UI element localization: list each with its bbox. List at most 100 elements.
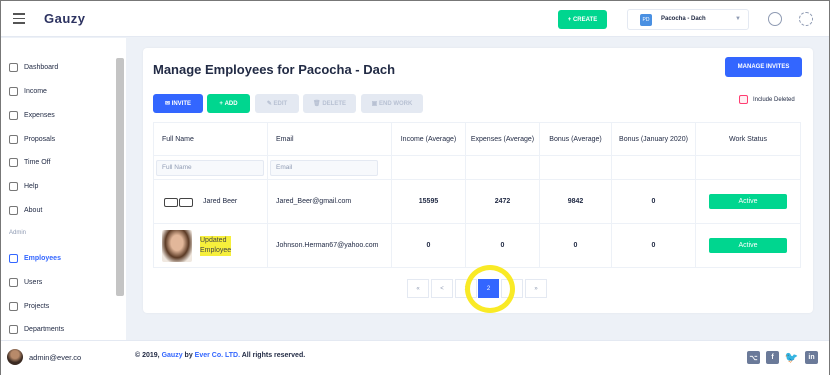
end-work-button[interactable]: ▣ END WORK: [361, 94, 423, 113]
edit-label: EDIT: [273, 100, 288, 107]
sidebar-item-label: Projects: [24, 302, 50, 310]
sidebar-item-label: Time Off: [24, 158, 51, 166]
menu-icon[interactable]: [13, 13, 25, 24]
table-row[interactable]: Jared Beer Jared_Beer@gmail.com 15595 24…: [153, 179, 801, 224]
user-bar[interactable]: admin@ever.co: [1, 340, 126, 375]
linkedin-icon[interactable]: in: [805, 351, 818, 364]
include-deleted-checkbox[interactable]: [739, 95, 748, 104]
footer-rights: All rights reserved.: [241, 352, 306, 359]
col-bonus[interactable]: Bonus (Average): [539, 122, 612, 156]
sidebar-item-label: Help: [24, 182, 39, 190]
col-bonus-january[interactable]: Bonus (January 2020): [611, 122, 696, 156]
copyright-prefix: © 2019,: [135, 352, 160, 359]
logo[interactable]: Gauzy: [44, 11, 86, 26]
sidebar-item-dashboard[interactable]: Dashboard: [9, 60, 58, 74]
manage-invites-button[interactable]: MANAGE INVITES: [725, 57, 802, 77]
email-filter-input[interactable]: Email: [270, 159, 378, 176]
invite-label: INVITE: [171, 100, 192, 107]
chevron-down-icon: ▼: [735, 16, 741, 22]
org-name: Pacocha - Dach: [661, 16, 706, 22]
col-work-status[interactable]: Work Status: [695, 122, 801, 156]
full-name-filter-input[interactable]: Full Name: [156, 159, 264, 176]
sidebar-scrollbar[interactable]: [116, 58, 124, 296]
sidebar-item-income[interactable]: Income: [9, 84, 47, 98]
employee-email: Johnson.Herman67@yahoo.com: [267, 223, 392, 268]
sidebar-item-expenses[interactable]: Expenses: [9, 108, 55, 122]
sidebar-item-projects[interactable]: Projects: [9, 299, 49, 313]
delete-button[interactable]: 🗑 DELETE: [303, 94, 356, 113]
table-row[interactable]: Updated Employee Johnson.Herman67@yahoo.c…: [153, 223, 801, 268]
table-header-row: Full Name Email Income (Average) Expense…: [153, 122, 801, 156]
sidebar-item-help[interactable]: Help: [9, 179, 38, 193]
sidebar-item-label: Departments: [24, 325, 65, 333]
copyright: © 2019, Gauzy by Ever Co. LTD. All right…: [135, 352, 305, 359]
organization-select[interactable]: PD Pacocha - Dach ▼: [627, 9, 749, 30]
sidebar-item-label: Proposals: [24, 135, 56, 143]
employee-name-line2: Employee: [200, 246, 232, 254]
home-icon: [9, 62, 18, 72]
create-button[interactable]: + CREATE: [558, 10, 607, 29]
pagination-prev[interactable]: <: [431, 279, 453, 298]
include-deleted-label: Include Deleted: [753, 96, 795, 103]
footer-by: by: [184, 352, 193, 359]
delete-label: DELETE: [322, 100, 346, 107]
user-email: admin@ever.co: [29, 353, 82, 362]
question-circle-icon: [9, 181, 18, 191]
col-full-name[interactable]: Full Name: [153, 122, 268, 156]
sidebar-item-proposals[interactable]: Proposals: [9, 132, 55, 146]
sidebar-item-employees[interactable]: Employees: [9, 251, 61, 265]
col-email[interactable]: Email: [267, 122, 392, 156]
gear-icon[interactable]: [799, 12, 813, 26]
edit-icon: ✎: [266, 101, 274, 107]
top-header: Gauzy + CREATE PD Pacocha - Dach ▼: [1, 1, 829, 37]
info-icon: [9, 205, 18, 215]
footer-company-link[interactable]: Ever Co. LTD.: [195, 352, 240, 359]
sidebar-item-users[interactable]: Users: [9, 275, 42, 289]
employee-avatar: [162, 229, 192, 262]
include-deleted-toggle[interactable]: Include Deleted: [739, 95, 795, 104]
sidebar-item-about[interactable]: About: [9, 203, 42, 217]
facebook-icon[interactable]: f: [766, 351, 779, 364]
invite-button[interactable]: ✉ INVITE: [153, 94, 203, 113]
expenses-value: 2472: [465, 179, 540, 224]
status-badge: Active: [709, 238, 787, 253]
employee-name-line1: Updated: [200, 236, 227, 244]
sidebar-item-departments[interactable]: Departments: [9, 322, 64, 336]
col-expenses[interactable]: Expenses (Average): [465, 122, 540, 156]
col-income[interactable]: Income (Average): [391, 122, 466, 156]
sidebar: Dashboard Income Expenses Proposals Time…: [1, 38, 126, 340]
chat-icon[interactable]: [768, 12, 782, 26]
employee-name: Jared Beer: [203, 198, 238, 205]
sidebar-item-label: About: [24, 206, 43, 214]
sidebar-item-label: Income: [24, 87, 47, 95]
edit-button[interactable]: ✎ EDIT: [255, 94, 299, 113]
sidebar-item-label: Dashboard: [24, 63, 59, 71]
calendar-icon: [9, 157, 18, 167]
bonus-january-value: 0: [611, 223, 696, 268]
filter-row: Full Name Email: [153, 155, 801, 180]
org-avatar: PD: [640, 14, 652, 26]
sidebar-item-label: Employees: [24, 254, 61, 262]
page-title: Manage Employees for Pacocha - Dach: [153, 62, 396, 77]
plus-circle-icon: [9, 86, 18, 96]
income-value: 15595: [391, 179, 466, 224]
highlight-annotation: [465, 265, 515, 313]
paper-plane-icon: [9, 134, 18, 144]
expenses-value: 0: [465, 223, 540, 268]
sidebar-item-time-off[interactable]: Time Off: [9, 155, 50, 169]
employee-name: Updated Employee: [200, 235, 232, 256]
footer-brand-link[interactable]: Gauzy: [162, 352, 183, 359]
pagination-first[interactable]: «: [407, 279, 429, 298]
twitter-icon[interactable]: 🐦: [785, 351, 798, 364]
employee-email: Jared_Beer@gmail.com: [267, 179, 392, 224]
sidebar-section-admin: Admin: [9, 230, 27, 236]
github-icon[interactable]: ⌥: [747, 351, 760, 364]
add-button[interactable]: + ADD: [207, 94, 250, 113]
footer: © 2019, Gauzy by Ever Co. LTD. All right…: [126, 340, 829, 375]
minus-circle-icon: [9, 110, 18, 120]
sidebar-item-label: Users: [24, 278, 43, 286]
bonus-value: 9842: [539, 179, 612, 224]
mail-icon: ✉: [164, 101, 172, 107]
pagination-last[interactable]: »: [525, 279, 547, 298]
avatar: [7, 349, 23, 365]
